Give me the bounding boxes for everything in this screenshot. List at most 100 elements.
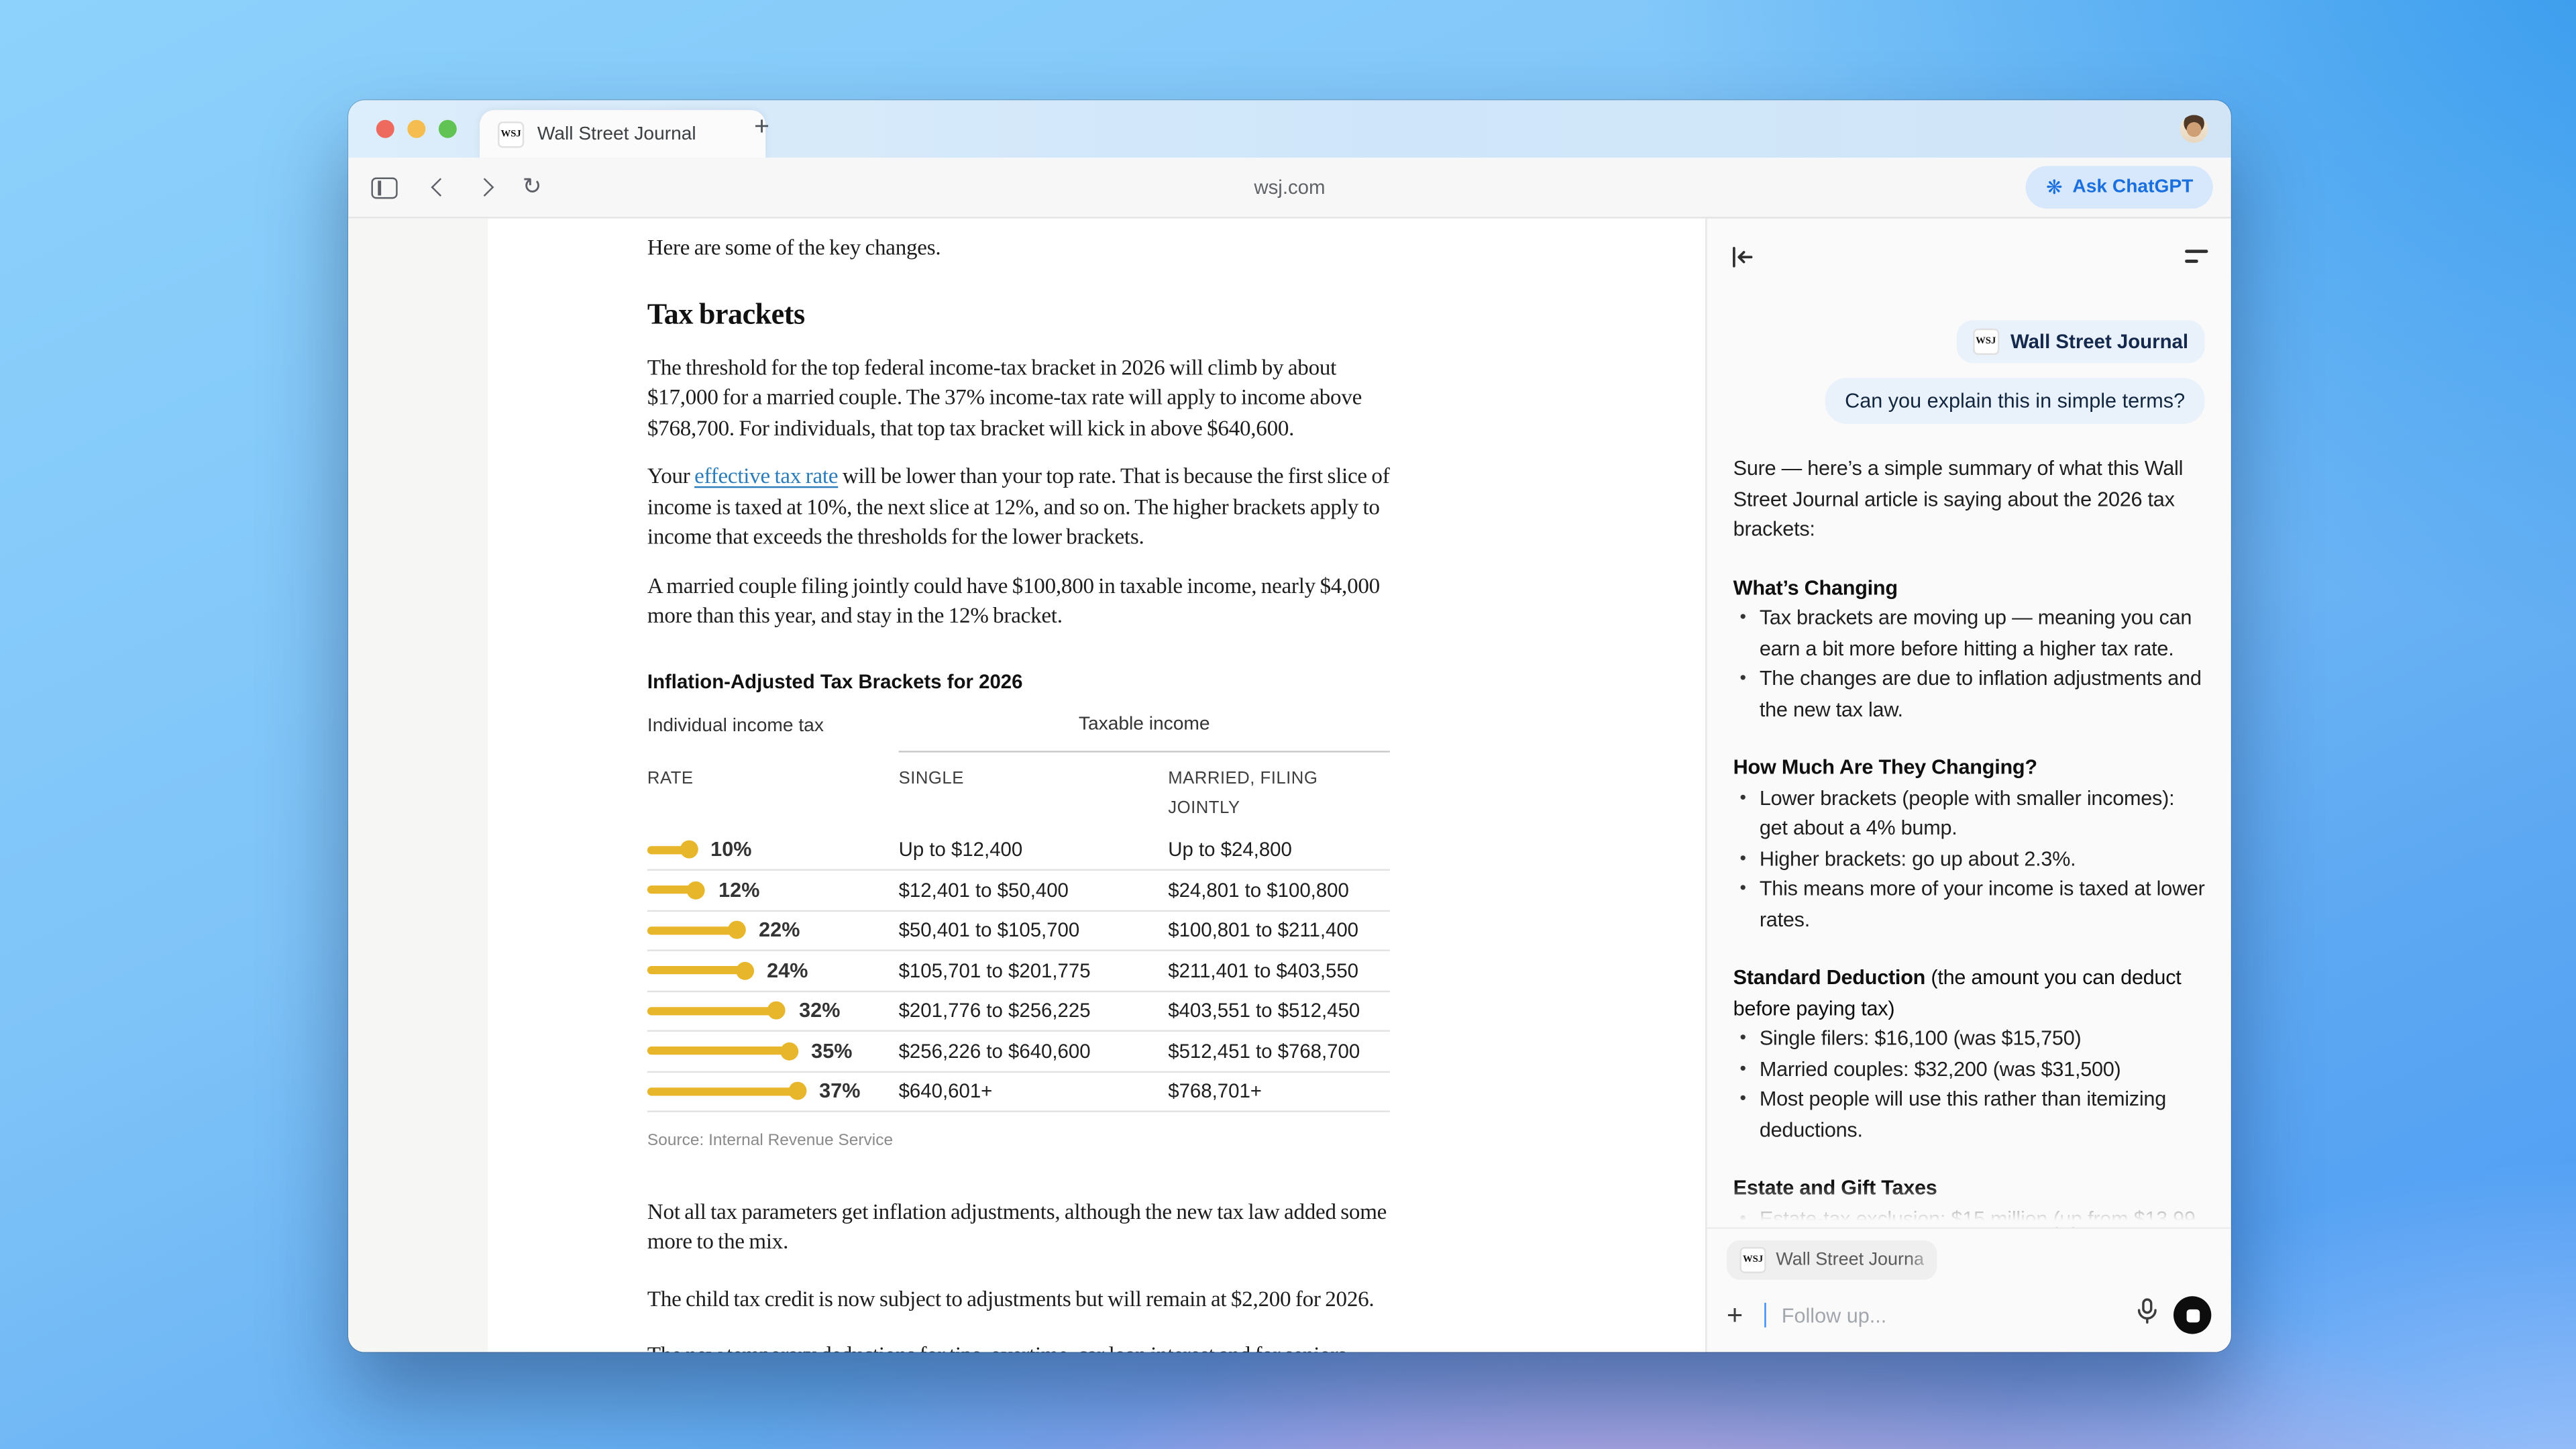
article-paragraph: The new temporary deductions for tips, o… <box>647 1340 1390 1352</box>
article-paragraph: A married couple filing jointly could ha… <box>647 572 1380 628</box>
browser-window: WSJ Wall Street Journal + ↻ wsj.com ❋ As… <box>348 100 2231 1352</box>
collapse-sidebar-icon[interactable] <box>1730 244 1755 269</box>
table-row: 12% $12,401 to $50,400 $24,801 to $100,8… <box>647 871 1390 911</box>
article-body: Here are some of the key changes. Tax br… <box>647 219 1390 1352</box>
article-heading-tax-brackets: Tax brackets <box>647 297 805 330</box>
composer-context-chip[interactable]: WSJ Wall Street Journa <box>1726 1240 1937 1280</box>
assistant-message: Sure — here’s a simple summary of what t… <box>1733 453 2205 1228</box>
tab-wall-street-journal[interactable]: WSJ Wall Street Journal <box>480 110 766 158</box>
browser-toolbar: ↻ wsj.com ❋ Ask ChatGPT <box>348 158 2231 219</box>
table-row: 22% $50,401 to $105,700 $100,801 to $211… <box>647 911 1390 951</box>
rate-label: 22% <box>759 918 800 942</box>
bullet-item: This means more of your income is taxed … <box>1733 874 2204 935</box>
bullet-item: The changes are due to inflation adjustm… <box>1733 663 2205 724</box>
ask-chatgpt-button[interactable]: ❋ Ask ChatGPT <box>2026 166 2213 209</box>
married-value: $24,801 to $100,800 <box>1168 877 1349 902</box>
composer-chip-label: Wall Street Journa <box>1776 1250 1924 1271</box>
section-heading: How Much Are They Changing? <box>1733 755 2037 779</box>
single-value: $640,601+ <box>898 1079 993 1103</box>
effective-tax-rate-link[interactable]: effective tax rate <box>694 464 838 488</box>
rate-bar <box>647 885 696 894</box>
article-paragraph: The threshold for the top federal income… <box>647 354 1362 440</box>
chat-thread: WSJ Wall Street Journal Can you explain … <box>1707 274 2231 1228</box>
rate-bar <box>647 845 688 854</box>
single-value: Up to $12,400 <box>898 837 1023 861</box>
desktop: WSJ Wall Street Journal + ↻ wsj.com ❋ As… <box>0 0 2576 1449</box>
back-icon[interactable] <box>431 178 450 197</box>
table-row: 10% Up to $12,400 Up to $24,800 <box>647 830 1390 871</box>
user-avatar[interactable] <box>2180 115 2208 144</box>
sidebar-menu-icon[interactable] <box>2185 250 2208 263</box>
answer-intro: Sure — here’s a simple summary of what t… <box>1733 456 2184 541</box>
text-cursor <box>1764 1303 1767 1328</box>
bullet-item: Higher brackets: go up about 2.3%. <box>1733 844 2205 874</box>
microphone-icon[interactable] <box>2136 1298 2159 1332</box>
column-single: SINGLE <box>898 767 964 788</box>
rate-label: 10% <box>710 837 752 861</box>
address-bar[interactable]: wsj.com <box>841 176 1738 199</box>
answer-section: Estate and Gift Taxes Estate-tax exclusi… <box>1733 1173 2205 1228</box>
single-value: $12,401 to $50,400 <box>898 877 1069 902</box>
sidebar-header <box>1707 219 2231 274</box>
column-rate: RATE <box>647 767 694 788</box>
rate-bar <box>647 1006 776 1015</box>
attach-plus-icon[interactable]: + <box>1727 1301 1743 1330</box>
rate-label: 24% <box>767 958 808 982</box>
chatgpt-sidebar: WSJ Wall Street Journal Can you explain … <box>1705 218 2231 1352</box>
column-married: MARRIED, FILING JOINTLY <box>1168 767 1318 818</box>
composer-input-row: + Follow up... <box>1727 1296 2212 1334</box>
wsj-favicon-icon: WSJ <box>498 121 525 148</box>
bullet-item: Tax brackets are moving up — meaning you… <box>1733 603 2205 664</box>
rate-label: 12% <box>718 877 760 902</box>
user-message-bubble: Can you explain this in simple terms? <box>1825 378 2205 424</box>
forward-icon[interactable] <box>475 178 494 197</box>
chart-column-headers: RATE SINGLE MARRIED, FILING JOINTLY <box>647 763 1390 830</box>
user-message-group: WSJ Wall Street Journal Can you explain … <box>1733 320 2205 424</box>
chart-group-headers: Individual income tax Taxable income <box>647 710 1390 752</box>
text-run: Your <box>647 463 695 488</box>
zoom-window-button[interactable] <box>438 119 457 138</box>
single-value: $256,226 to $640,600 <box>898 1038 1091 1063</box>
married-value: $100,801 to $211,400 <box>1168 918 1359 942</box>
article-paragraph: Here are some of the key changes. <box>647 235 941 260</box>
table-row: 37% $640,601+ $768,701+ <box>647 1072 1390 1112</box>
chart-source: Source: Internal Revenue Service <box>647 1132 894 1150</box>
married-value: Up to $24,800 <box>1168 837 1292 861</box>
chart-title: Inflation-Adjusted Tax Brackets for 2026 <box>647 669 1023 693</box>
married-value: $768,701+ <box>1168 1079 1262 1103</box>
rate-label: 35% <box>811 1038 853 1063</box>
single-value: $105,701 to $201,775 <box>898 958 1091 982</box>
sidebar-toggle-icon[interactable] <box>371 176 398 199</box>
rate-label: 37% <box>819 1079 861 1103</box>
single-value: $201,776 to $256,225 <box>898 998 1091 1022</box>
tab-strip: WSJ Wall Street Journal + <box>348 100 2231 158</box>
page-left-gutter <box>348 218 488 1352</box>
article-paragraph: Your effective tax rate will be lower th… <box>647 462 1390 553</box>
window-controls <box>376 119 457 138</box>
nav-buttons: ↻ <box>371 176 542 199</box>
ask-chatgpt-label: Ask ChatGPT <box>2072 177 2194 197</box>
article-paragraph: The child tax credit is now subject to a… <box>647 1285 1375 1311</box>
window-content: Here are some of the key changes. Tax br… <box>348 218 2231 1352</box>
section-heading: What’s Changing <box>1733 576 1898 599</box>
close-window-button[interactable] <box>376 119 394 138</box>
bullet-item: Estate-tax exclusion: $15 million (up fr… <box>1733 1203 2205 1228</box>
stop-generating-button[interactable] <box>2174 1296 2212 1334</box>
follow-up-input[interactable]: Follow up... <box>1782 1303 2121 1326</box>
bullet-item: Married couples: $32,200 (was $31,500) <box>1733 1054 2205 1084</box>
wsj-favicon-icon: WSJ <box>1739 1246 1766 1273</box>
context-chip-label: Wall Street Journal <box>2010 330 2189 354</box>
single-value: $50,401 to $105,700 <box>898 918 1080 942</box>
minimize-window-button[interactable] <box>407 119 426 138</box>
answer-section: Standard Deduction (the amount you can d… <box>1733 963 2205 1145</box>
page-context-chip[interactable]: WSJ Wall Street Journal <box>1956 320 2205 364</box>
reload-icon[interactable]: ↻ <box>523 176 542 199</box>
bullet-item: Single filers: $16,100 (was $15,750) <box>1733 1024 2205 1054</box>
rate-bar <box>647 926 736 934</box>
tax-brackets-chart: Inflation-Adjusted Tax Brackets for 2026… <box>647 666 1390 1157</box>
tab-title: Wall Street Journal <box>537 123 696 144</box>
table-row: 24% $105,701 to $201,775 $211,401 to $40… <box>647 951 1390 991</box>
married-value: $512,451 to $768,700 <box>1168 1038 1360 1063</box>
section-heading: Standard Deduction <box>1733 966 1926 989</box>
new-tab-button[interactable]: + <box>754 112 769 145</box>
